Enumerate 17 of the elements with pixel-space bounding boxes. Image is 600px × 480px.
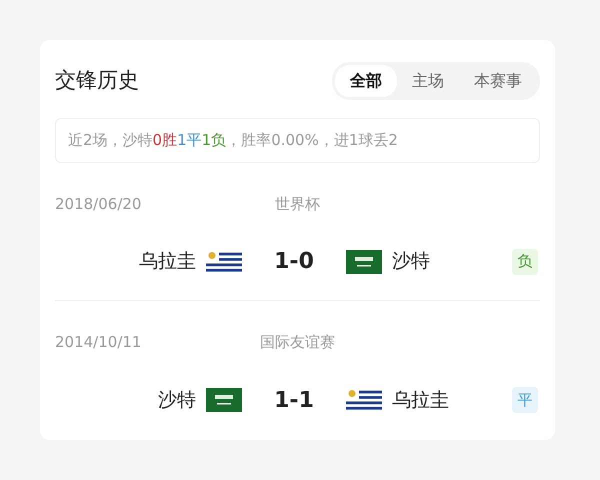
- team-name: 沙特: [392, 249, 431, 274]
- match-score: 1-0: [273, 248, 315, 276]
- tab[interactable]: 主场: [397, 65, 459, 97]
- team-name: 沙特: [157, 388, 196, 413]
- match-date: 2014/10/11: [55, 332, 142, 353]
- result-tag: 平: [512, 387, 538, 413]
- match-date: 2018/06/20: [55, 194, 142, 214]
- summary-text: 近2场，沙特0胜1平1负，胜率0.00%，进1球丢2: [55, 118, 540, 162]
- competition-name: 世界杯: [275, 194, 320, 214]
- tab[interactable]: 全部: [335, 65, 397, 97]
- match-score: 1-1: [273, 386, 315, 414]
- section-title: 交锋历史: [55, 67, 139, 94]
- tab[interactable]: 本赛事: [459, 65, 537, 97]
- competition-name: 国际友谊赛: [260, 332, 335, 353]
- result-tag: 负: [512, 248, 538, 274]
- team-name: 乌拉圭: [392, 388, 450, 413]
- team-name: 乌拉圭: [138, 249, 196, 274]
